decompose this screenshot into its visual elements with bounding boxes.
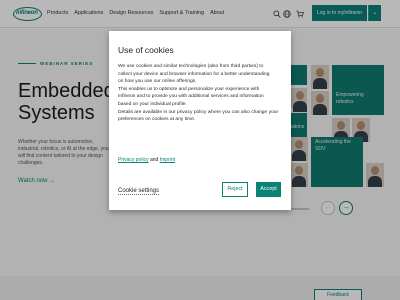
cookie-dialog: Use of cookies We use cookies and simila… <box>109 31 291 210</box>
reject-button[interactable]: Reject <box>222 182 248 197</box>
cookie-text-line: based on your individual profile. <box>118 101 187 107</box>
cookie-text-line: preferences on cookies at any time. <box>118 117 196 123</box>
cookie-text-line: collect your device and browser informat… <box>118 71 270 77</box>
cookie-text-line: on how you use our online offerings. <box>118 79 197 85</box>
links-conjunction: and <box>149 157 159 163</box>
cookie-dialog-title: Use of cookies <box>118 45 174 55</box>
cookie-dialog-body: We use cookies and similar technologies … <box>118 63 284 124</box>
cookie-text-line: Infineon and to provide you with additio… <box>118 94 264 100</box>
imprint-link[interactable]: Imprint <box>160 157 175 163</box>
privacy-policy-link[interactable]: Privacy policy <box>118 157 149 163</box>
cookie-text-line: This enables us to optimize and personal… <box>118 86 260 92</box>
cookie-text-line: Details are available in our privacy pol… <box>118 109 279 115</box>
cookie-links: Privacy policy and Imprint <box>118 157 175 163</box>
accept-button[interactable]: Accept <box>256 182 281 197</box>
cookie-text-line: We use cookies and similar technologies … <box>118 64 264 69</box>
cookie-settings-link[interactable]: Cookie settings <box>118 188 160 195</box>
